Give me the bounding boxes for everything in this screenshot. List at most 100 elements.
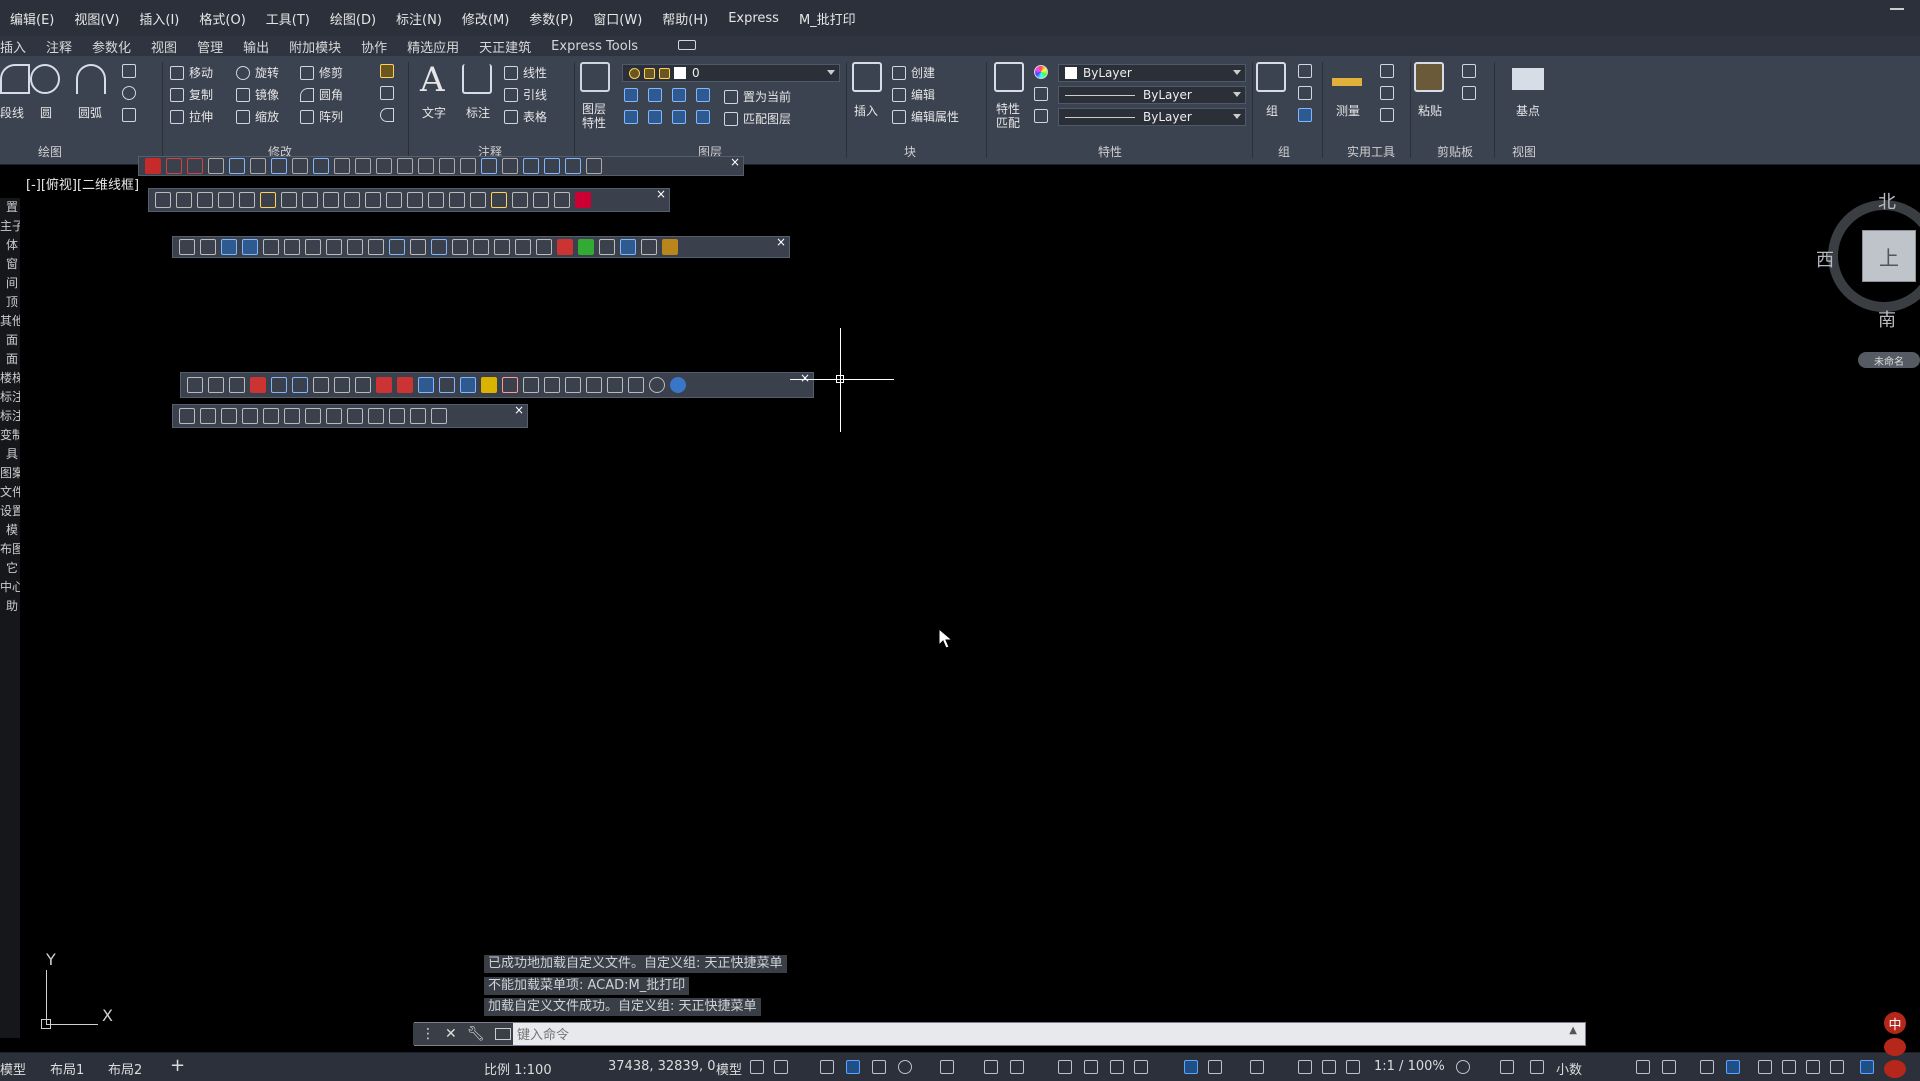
model-tab[interactable]: 模型 xyxy=(0,1059,26,1078)
tool-icon[interactable] xyxy=(242,408,258,424)
object-snap-tracking-icon[interactable] xyxy=(984,1060,998,1074)
color-wheel-icon[interactable] xyxy=(1034,65,1048,79)
move-button[interactable]: 移动 xyxy=(170,64,213,81)
tool-icon[interactable] xyxy=(439,377,455,393)
annotation-visibility-icon[interactable] xyxy=(1298,1060,1312,1074)
tool-icon[interactable] xyxy=(368,408,384,424)
tool-icon[interactable] xyxy=(523,377,539,393)
measure-button[interactable]: 测量 xyxy=(1336,102,1360,119)
layer-properties-button[interactable]: 图层 特性 xyxy=(582,102,606,130)
lineweight-dropdown[interactable]: ByLayer xyxy=(1058,108,1246,126)
match-properties-button[interactable]: 特性 匹配 xyxy=(996,102,1020,130)
layout-tab-1[interactable]: 布局1 xyxy=(50,1059,84,1078)
ime-tool-icon[interactable] xyxy=(1884,1060,1906,1078)
tool-icon[interactable] xyxy=(271,158,287,174)
tool-icon[interactable] xyxy=(355,377,371,393)
palette-item[interactable]: 设置 xyxy=(0,502,20,521)
panel-clipboard-title[interactable]: 剪贴板 xyxy=(1420,142,1490,162)
dimension-icon[interactable] xyxy=(462,64,492,94)
model-space-toggle[interactable]: 模型 xyxy=(716,1059,742,1078)
calculator-icon[interactable] xyxy=(1380,108,1394,122)
layer-tool-icon[interactable] xyxy=(624,110,638,124)
viewcube-top-face[interactable]: 上 xyxy=(1862,230,1916,282)
rotate-button[interactable]: 旋转 xyxy=(236,64,279,81)
linear-button[interactable]: 线性 xyxy=(504,64,547,81)
floating-toolbar[interactable]: × xyxy=(180,371,814,398)
object-snap-icon[interactable] xyxy=(1010,1060,1024,1074)
menu-express[interactable]: Express xyxy=(718,11,789,26)
tool-icon[interactable] xyxy=(428,192,444,208)
tool-icon[interactable] xyxy=(302,192,318,208)
text-icon[interactable]: A xyxy=(420,60,445,100)
palette-item[interactable]: 体 xyxy=(0,236,20,255)
tool-icon[interactable] xyxy=(418,377,434,393)
tool-icon[interactable] xyxy=(502,158,518,174)
wrench-icon[interactable]: 🔧︎ xyxy=(467,1026,485,1042)
palette-item[interactable]: 具 xyxy=(0,445,20,464)
menu-insert[interactable]: 插入(I) xyxy=(129,9,189,28)
tool-icon[interactable] xyxy=(284,408,300,424)
menu-edit[interactable]: 编辑(E) xyxy=(0,9,64,28)
linetype-icon[interactable] xyxy=(1034,87,1048,101)
tool-icon[interactable] xyxy=(284,239,300,255)
workspace-toggle[interactable] xyxy=(668,39,706,54)
tool-icon[interactable] xyxy=(208,377,224,393)
floating-toolbar[interactable]: × xyxy=(172,235,790,258)
tool-icon[interactable] xyxy=(376,158,392,174)
group-button[interactable]: 组 xyxy=(1266,102,1278,119)
tool-icon[interactable] xyxy=(197,192,213,208)
polyline-icon[interactable] xyxy=(0,64,30,94)
scale-button[interactable]: 缩放 xyxy=(236,108,279,125)
create-block-button[interactable]: 创建 xyxy=(892,64,935,81)
offset-icon[interactable] xyxy=(380,108,394,122)
tool-icon[interactable] xyxy=(418,158,434,174)
viewcube[interactable]: 上 北 南 西 xyxy=(1816,188,1920,331)
menu-dimension[interactable]: 标注(N) xyxy=(386,9,452,28)
layer-tool-icon[interactable] xyxy=(648,110,662,124)
color-dropdown[interactable]: ByLayer xyxy=(1058,64,1246,82)
annotation-scale-value[interactable]: 1:1 / 100% xyxy=(1374,1059,1445,1074)
customize-icon[interactable] xyxy=(1726,1060,1740,1074)
tool-icon[interactable] xyxy=(397,377,413,393)
menu-tools[interactable]: 工具(T) xyxy=(256,9,320,28)
quick-properties-icon[interactable] xyxy=(1530,1060,1544,1074)
palette-item[interactable]: 标注 xyxy=(0,388,20,407)
group-icon[interactable] xyxy=(1256,62,1286,92)
tool-icon[interactable] xyxy=(494,239,510,255)
units-value[interactable]: 小数 xyxy=(1556,1059,1582,1078)
tool-icon[interactable] xyxy=(229,377,245,393)
tool-icon[interactable] xyxy=(565,158,581,174)
tool-icon[interactable] xyxy=(565,377,581,393)
tool-icon[interactable] xyxy=(221,239,237,255)
tool-icon[interactable] xyxy=(554,192,570,208)
copy-button[interactable]: 复制 xyxy=(170,86,213,103)
tool-icon[interactable] xyxy=(431,408,447,424)
menu-icon[interactable] xyxy=(1830,1060,1844,1074)
palette-item[interactable]: 变制 xyxy=(0,426,20,445)
tool-icon[interactable] xyxy=(557,239,573,255)
chevron-up-icon[interactable]: ▲ xyxy=(1569,1025,1577,1036)
tab-view[interactable]: 视图 xyxy=(141,37,187,56)
tool-icon[interactable] xyxy=(397,158,413,174)
palette-item[interactable]: 主子 xyxy=(0,217,20,236)
dynamic-ucs-icon[interactable] xyxy=(1184,1060,1198,1074)
insert-button[interactable]: 插入 xyxy=(854,102,878,119)
tool-icon[interactable] xyxy=(263,408,279,424)
command-recent-icon[interactable] xyxy=(494,1028,511,1040)
tool-icon[interactable] xyxy=(586,158,602,174)
lineweight-icon[interactable] xyxy=(1034,109,1048,123)
tool-icon[interactable] xyxy=(176,192,192,208)
tool-icon[interactable] xyxy=(368,239,384,255)
tool-icon[interactable] xyxy=(326,408,342,424)
layer-tool-icon[interactable] xyxy=(672,88,686,102)
layer-properties-icon[interactable] xyxy=(580,62,610,92)
3d-osnap-icon[interactable] xyxy=(1134,1060,1148,1074)
menu-parametric[interactable]: 参数(P) xyxy=(519,9,583,28)
hatch-icon[interactable] xyxy=(122,86,136,100)
fillet-button[interactable]: 圆角 xyxy=(300,86,343,103)
close-icon[interactable]: × xyxy=(730,155,740,169)
tool-icon[interactable] xyxy=(155,192,171,208)
tool-icon[interactable] xyxy=(431,239,447,255)
close-icon[interactable]: × xyxy=(656,187,666,201)
layer-tool-icon[interactable] xyxy=(624,88,638,102)
